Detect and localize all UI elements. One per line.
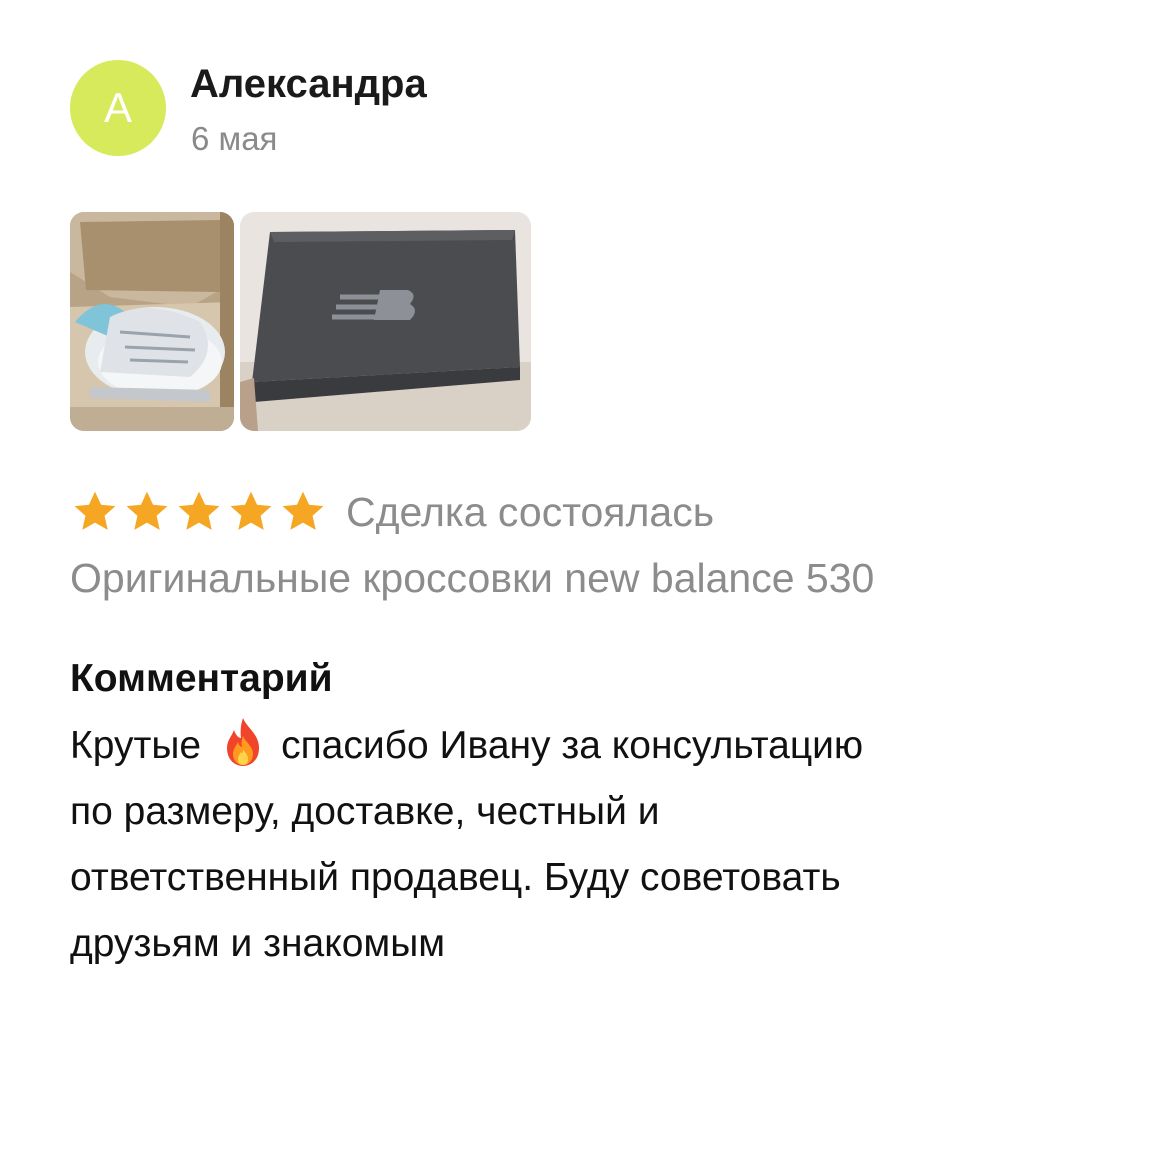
fire-icon	[227, 718, 260, 766]
comment-line-2: по размеру, доставке, честный и	[70, 790, 660, 833]
photo-thumbnail-box[interactable]	[240, 212, 531, 431]
comment-line-1: Крутые спасибо Ивану за консультацию	[70, 713, 1130, 779]
star-rating	[70, 487, 328, 537]
sneakers-in-box-photo	[70, 212, 234, 431]
photo-thumbnail-sneakers[interactable]	[70, 212, 234, 431]
comment-line-4: друзьям и знакомым	[70, 922, 446, 965]
shoe-box-photo	[240, 212, 531, 431]
star-icon	[282, 491, 324, 530]
rating-row: Сделка состоялась	[70, 484, 714, 540]
comment-text: Крутые спасибо Ивану за консультацию по …	[70, 713, 1130, 977]
comment-line-1-end: спасибо Ивану за консультацию	[281, 724, 864, 767]
comment-line-3: ответственный продавец. Буду советовать	[70, 856, 841, 899]
comment-heading: Комментарий	[70, 657, 333, 700]
star-icon	[230, 491, 272, 530]
avatar[interactable]: A	[70, 60, 166, 156]
deal-status: Сделка состоялась	[346, 489, 715, 535]
avatar-letter: A	[103, 84, 132, 131]
star-icon	[178, 491, 220, 530]
product-title[interactable]: Оригинальные кроссовки new balance 530	[70, 550, 874, 606]
comment-line-1-start: Крутые	[70, 724, 202, 767]
review-date: 6 мая	[191, 120, 278, 157]
star-icon	[126, 491, 168, 530]
star-icon	[74, 491, 116, 530]
author-name[interactable]: Александра	[190, 58, 427, 110]
